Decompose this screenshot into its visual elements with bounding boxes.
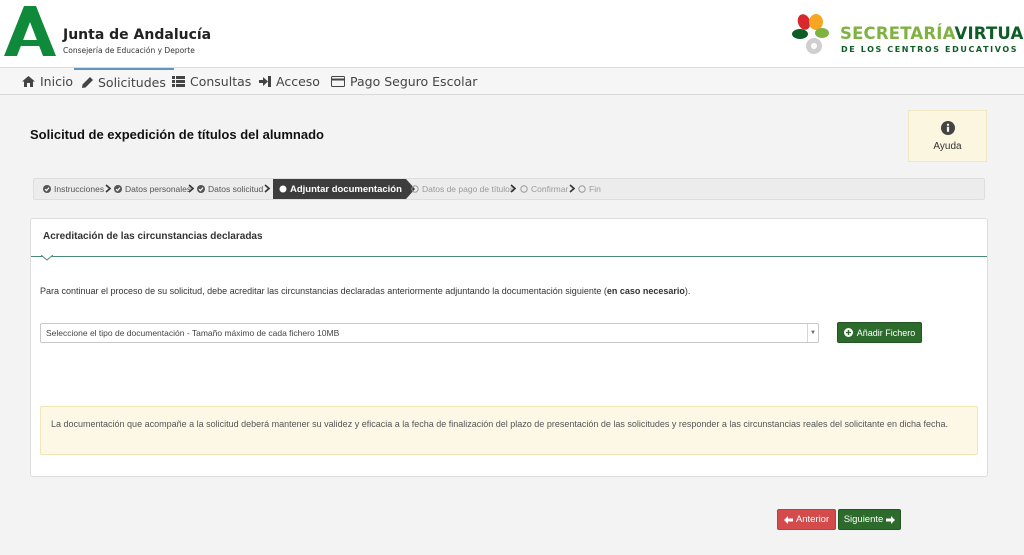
sv-title-part2: VIRTUAL xyxy=(954,24,1024,43)
list-icon xyxy=(172,76,185,87)
documentation-panel: Acreditación de las circunstancias decla… xyxy=(30,218,988,477)
previous-button[interactable]: Anterior xyxy=(777,509,836,530)
step-datos-solicitud: Datos solicitud xyxy=(197,179,263,199)
step-label: Datos de pago de títulos xyxy=(422,184,515,194)
check-circle-icon xyxy=(43,185,51,193)
junta-andalucia-logo[interactable] xyxy=(4,6,56,56)
secretaria-virtual-subtitle: DE LOS CENTROS EDUCATIVOS xyxy=(841,45,1019,54)
add-file-button[interactable]: Añadir Fichero xyxy=(837,322,922,343)
brand-title: Junta de Andalucía xyxy=(63,27,212,43)
nav-item-solicitudes[interactable]: Solicitudes xyxy=(74,68,174,94)
secretaria-virtual-logo[interactable] xyxy=(792,12,832,60)
dropdown-arrow-icon[interactable]: ▼ xyxy=(807,324,818,342)
panel-header: Acreditación de las circunstancias decla… xyxy=(31,219,987,261)
pencil-icon xyxy=(82,76,93,88)
panel-title: Acreditación de las circunstancias decla… xyxy=(43,231,263,242)
nav-label-pago-seguro: Pago Seguro Escolar xyxy=(350,74,478,89)
chevron-right-icon xyxy=(510,184,516,193)
step-instrucciones: Instrucciones xyxy=(43,179,104,199)
circle-outline-icon xyxy=(578,185,586,193)
circle-outline-icon xyxy=(520,185,528,193)
sv-title-part1: SECRETARÍA xyxy=(840,24,955,43)
documentation-type-select[interactable]: Seleccione el tipo de documentación - Ta… xyxy=(40,323,819,343)
help-button[interactable]: Ayuda xyxy=(908,110,987,162)
nav-item-acceso[interactable]: Acceso xyxy=(259,68,320,95)
chevron-right-icon xyxy=(569,184,575,193)
chevron-right-icon xyxy=(105,184,111,193)
nav-label-consultas: Consultas xyxy=(190,74,252,89)
main-navbar: Inicio Solicitudes Consultas Acceso Pago… xyxy=(0,68,1024,95)
header: Junta de Andalucía Consejería de Educaci… xyxy=(0,0,1024,68)
check-circle-icon xyxy=(114,185,122,193)
sign-in-icon xyxy=(259,76,271,87)
previous-label: Anterior xyxy=(795,514,830,525)
nav-label-solicitudes: Solicitudes xyxy=(98,74,166,90)
info-icon xyxy=(941,121,955,135)
step-datos-pago: Datos de pago de títulos xyxy=(411,179,514,199)
step-fin: Fin xyxy=(578,179,601,199)
nav-item-pago-seguro[interactable]: Pago Seguro Escolar xyxy=(331,68,477,95)
circle-outline-icon xyxy=(411,185,419,193)
panel-notch xyxy=(41,255,53,261)
page-title: Solicitud de expedición de títulos del a… xyxy=(30,127,324,142)
step-adjuntar-documentacion: Adjuntar documentación xyxy=(273,179,415,199)
step-label: Instrucciones xyxy=(54,184,105,194)
step-label: Confirmar xyxy=(531,184,569,194)
home-icon xyxy=(22,76,35,87)
plus-circle-icon xyxy=(843,328,853,337)
wizard-steps: Instrucciones Datos personales Datos sol… xyxy=(33,178,985,200)
intro-text-bold: en caso necesario xyxy=(606,286,685,296)
add-file-label: Añadir Fichero xyxy=(856,327,916,338)
arrow-right-icon xyxy=(886,515,896,524)
intro-text: Para continuar el proceso de su solicitu… xyxy=(40,286,690,296)
intro-text-end: ). xyxy=(684,286,691,296)
intro-text-main: Para continuar el proceso de su solicitu… xyxy=(40,286,607,296)
step-confirmar: Confirmar xyxy=(520,179,568,199)
credit-card-icon xyxy=(331,76,345,87)
arrow-left-icon xyxy=(783,515,793,524)
circle-icon xyxy=(279,185,287,193)
secretaria-virtual-title: SECRETARÍAVIRTUAL xyxy=(840,24,1024,43)
step-label: Datos personales xyxy=(125,184,192,194)
step-label: Datos solicitud xyxy=(208,184,264,194)
chevron-right-icon xyxy=(188,184,194,193)
check-circle-icon xyxy=(197,185,205,193)
next-label: Siguiente xyxy=(843,514,884,525)
nav-label-inicio: Inicio xyxy=(40,74,74,89)
chevron-right-icon xyxy=(264,184,270,193)
select-value: Seleccione el tipo de documentación - Ta… xyxy=(46,328,340,338)
step-datos-personales: Datos personales xyxy=(114,179,191,199)
validity-notice: La documentación que acompañe a la solic… xyxy=(40,406,978,455)
help-label: Ayuda xyxy=(933,141,962,152)
nav-item-inicio[interactable]: Inicio xyxy=(22,68,73,95)
brand-subtitle: Consejería de Educación y Deporte xyxy=(63,46,195,55)
nav-label-acceso: Acceso xyxy=(276,74,320,89)
next-button[interactable]: Siguiente xyxy=(838,509,901,530)
step-label: Fin xyxy=(589,184,601,194)
step-label: Adjuntar documentación xyxy=(290,183,402,195)
nav-item-consultas[interactable]: Consultas xyxy=(172,68,251,95)
